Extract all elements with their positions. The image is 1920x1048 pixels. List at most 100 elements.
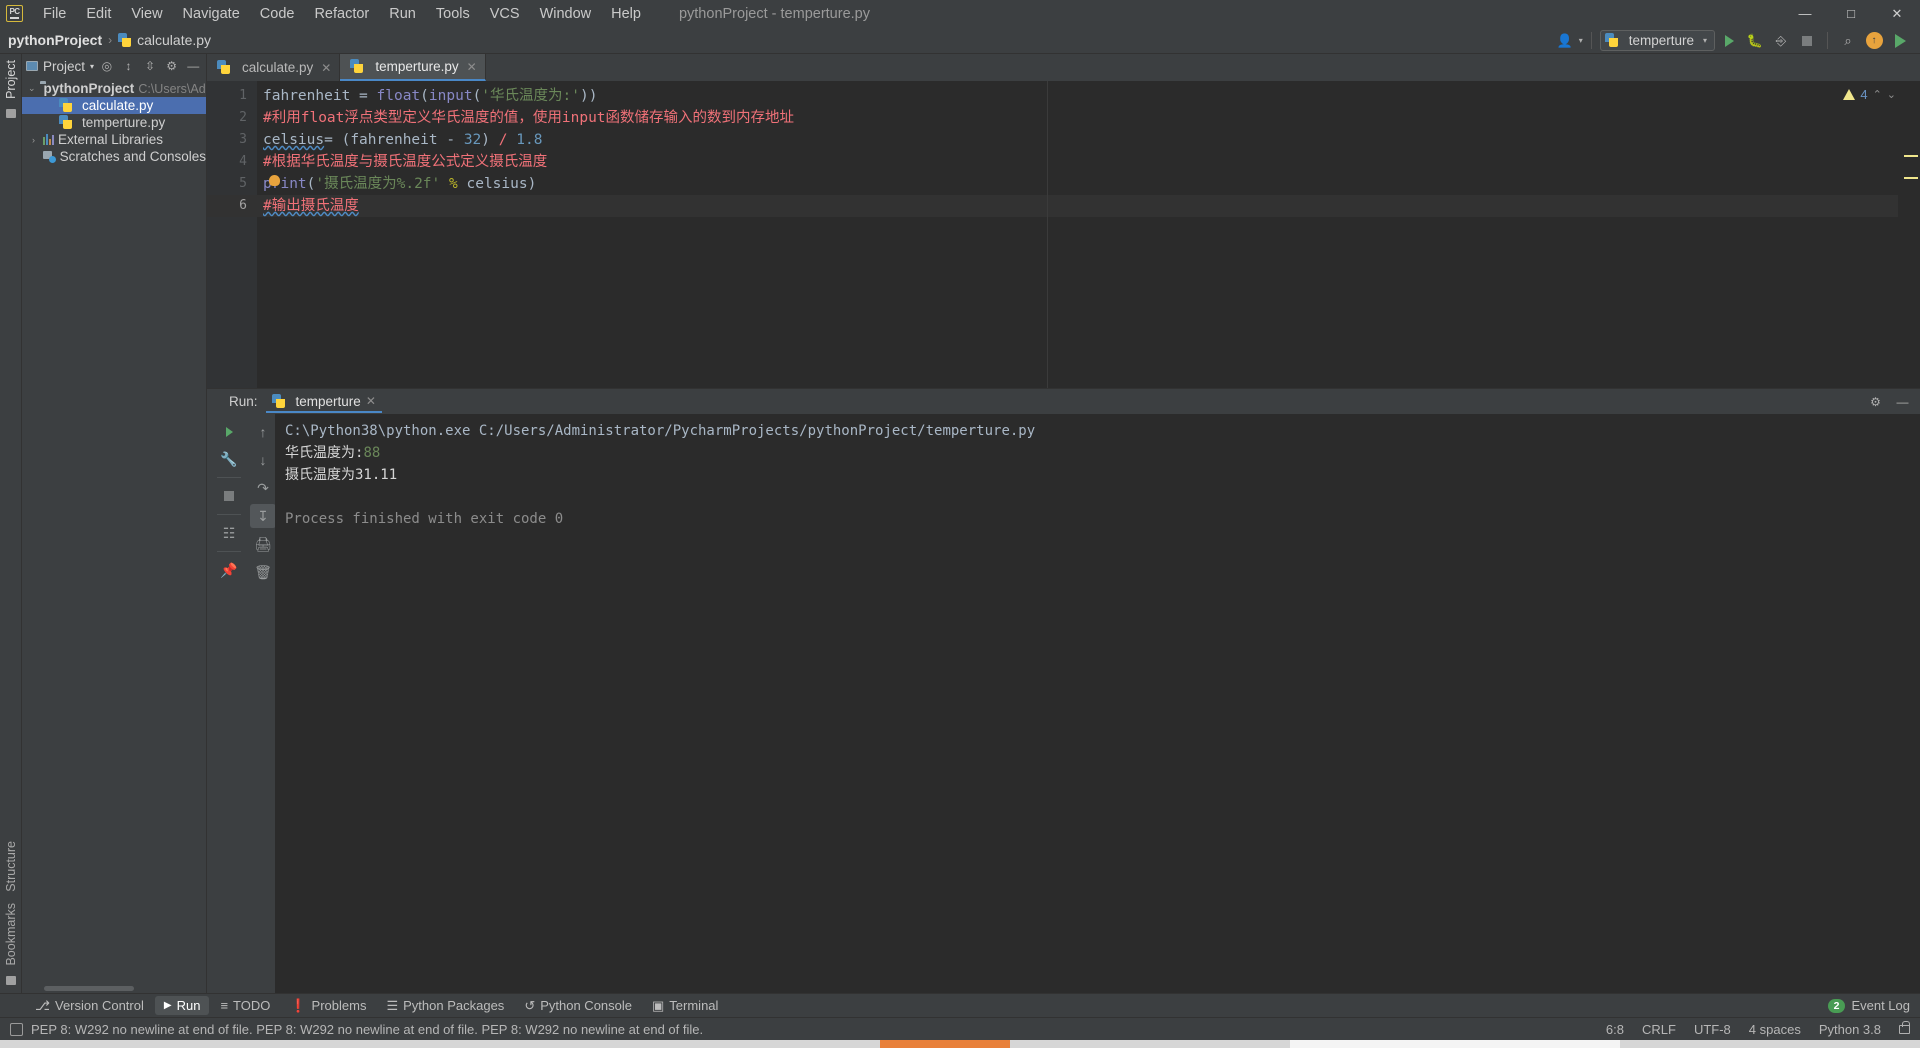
navigation-bar: pythonProject › calculate.py 👤 ▾ tempert…	[0, 27, 1920, 54]
down-the-stack-icon[interactable]: ↓	[250, 448, 276, 472]
next-problem-icon[interactable]: ⌄	[1887, 88, 1896, 101]
editor-tab-calculate-py[interactable]: calculate.py ✕	[207, 54, 341, 81]
tool-window-version-control[interactable]: ⎇ Version Control	[26, 996, 153, 1016]
lock-icon[interactable]	[1899, 1020, 1910, 1034]
caret-position[interactable]: 6:8	[1606, 1022, 1624, 1037]
project-settings-gear-icon[interactable]: ⚙	[163, 57, 181, 76]
tree-item-calculate-py[interactable]: calculate.py	[22, 97, 206, 114]
expand-all-icon[interactable]: ↕	[120, 57, 138, 76]
menu-item-edit[interactable]: Edit	[76, 4, 121, 24]
tool-window-problems[interactable]: ❗ Problems	[281, 996, 375, 1016]
user-accounts-icon[interactable]: 👤	[1553, 30, 1577, 52]
edit-configuration-icon[interactable]: 🔧	[216, 447, 242, 471]
breadcrumb-file[interactable]: calculate.py	[137, 32, 211, 48]
run-button[interactable]	[1717, 30, 1741, 52]
tool-window-python-console[interactable]: ↺ Python Console	[515, 996, 641, 1016]
editor-tab-temperture-py[interactable]: temperture.py ✕	[340, 54, 486, 81]
clear-all-icon[interactable]: 🗑	[250, 560, 276, 584]
code-content[interactable]: fahrenheit = float(input('华氏温度为:')) #利用f…	[257, 81, 1898, 388]
file-encoding[interactable]: UTF-8	[1694, 1022, 1731, 1037]
breadcrumb-project[interactable]: pythonProject	[8, 32, 102, 48]
taskbar-active-item[interactable]	[880, 1040, 1010, 1048]
menu-item-help[interactable]: Help	[601, 4, 651, 24]
taskbar-item[interactable]	[1290, 1040, 1620, 1048]
tool-window-python-packages[interactable]: ☰ Python Packages	[377, 996, 513, 1016]
project-horizontal-scrollbar[interactable]	[22, 984, 206, 993]
prev-problem-icon[interactable]: ⌃	[1873, 88, 1882, 101]
python-file-icon	[118, 32, 132, 48]
project-scope-caret-icon: ▾	[90, 61, 95, 71]
stop-process-button[interactable]	[216, 484, 242, 508]
tool-window-run[interactable]: ▶ Run	[154, 996, 210, 1015]
minimize-button[interactable]: —	[1782, 0, 1828, 27]
indent-setting[interactable]: 4 spaces	[1749, 1022, 1801, 1037]
intention-bulb-icon[interactable]	[269, 175, 280, 186]
maximize-button[interactable]: □	[1828, 0, 1874, 27]
accounts-caret-icon[interactable]: ▾	[1579, 36, 1583, 45]
menu-item-window[interactable]: Window	[530, 4, 602, 24]
run-configuration-selector[interactable]: temperture ▾	[1599, 30, 1715, 51]
hide-run-window-icon[interactable]: —	[1893, 392, 1912, 411]
menu-item-navigate[interactable]: Navigate	[173, 4, 250, 24]
strip-bookmarks-label[interactable]: Bookmarks	[4, 897, 18, 972]
chevron-down-icon[interactable]: ⌄	[28, 83, 36, 94]
stop-button[interactable]	[1795, 30, 1819, 52]
strip-structure-label[interactable]: Structure	[4, 835, 18, 898]
hide-project-panel-icon[interactable]: —	[184, 57, 202, 76]
up-the-stack-icon[interactable]: ↑	[250, 420, 276, 444]
tree-item-pythonproject[interactable]: ⌄ pythonProject C:\Users\Admini	[22, 80, 206, 97]
menu-item-refactor[interactable]: Refactor	[304, 4, 379, 24]
project-panel-title-group[interactable]: Project ▾	[26, 59, 94, 74]
search-icon[interactable]: ⌕	[1836, 30, 1860, 52]
strip-project-label[interactable]: Project	[4, 54, 18, 105]
status-bar: PEP 8: W292 no newline at end of file. P…	[0, 1017, 1920, 1040]
strip-folder-icon[interactable]	[5, 108, 16, 118]
python-interpreter[interactable]: Python 3.8	[1819, 1022, 1881, 1037]
editor-gutter[interactable]: 1 2 3 4 5 6	[207, 81, 257, 388]
run-settings-gear-icon[interactable]: ⚙	[1866, 392, 1885, 411]
inspection-widget[interactable]: 4 ⌃ ⌄	[1843, 87, 1896, 102]
chevron-right-icon[interactable]: ›	[28, 135, 39, 145]
menu-item-run[interactable]: Run	[379, 4, 426, 24]
tree-item-temperture-py[interactable]: temperture.py	[22, 114, 206, 131]
pin-tab-icon[interactable]: 📌	[216, 558, 242, 582]
menu-item-vcs[interactable]: VCS	[480, 4, 530, 24]
run-with-coverage-button[interactable]: ⎆	[1769, 30, 1793, 52]
run-tab-close-icon[interactable]: ✕	[366, 394, 376, 408]
tool-window-todo[interactable]: ≡ TODO	[211, 996, 279, 1015]
rerun-button[interactable]	[216, 420, 242, 444]
line-separator[interactable]: CRLF	[1642, 1022, 1676, 1037]
update-project-icon[interactable]: ↑	[1862, 30, 1886, 52]
close-button[interactable]: ✕	[1874, 0, 1920, 27]
menu-item-file[interactable]: File	[33, 4, 76, 24]
tab-close-icon-calculate[interactable]: ✕	[321, 61, 331, 75]
tree-item-external-libraries[interactable]: › External Libraries	[22, 131, 206, 148]
scrollbar-thumb[interactable]	[44, 986, 134, 991]
tree-item-scratches-consoles[interactable]: Scratches and Consoles	[22, 148, 206, 165]
collapse-all-icon[interactable]: ⇳	[141, 57, 159, 76]
code-l1-float: float	[376, 88, 421, 104]
status-message: PEP 8: W292 no newline at end of file. P…	[31, 1021, 704, 1037]
strip-bookmark-icon[interactable]	[5, 976, 16, 985]
menu-item-view[interactable]: View	[121, 4, 172, 24]
menu-item-code[interactable]: Code	[250, 4, 305, 24]
tool-window-label-problems: Problems	[311, 998, 367, 1013]
run-config-python-icon	[1604, 33, 1619, 48]
scroll-from-source-icon[interactable]: ◎	[98, 57, 116, 76]
console-output[interactable]: C:\Python38\python.exe C:/Users/Administ…	[275, 414, 1920, 993]
code-l1-p1: (	[420, 88, 429, 104]
editor-right-gutter[interactable]	[1898, 81, 1920, 388]
tab-close-icon-temperture[interactable]: ✕	[467, 60, 477, 74]
soft-wrap-icon[interactable]: ↷	[250, 476, 276, 500]
menu-item-tools[interactable]: Tools	[426, 4, 480, 24]
scroll-to-end-icon[interactable]: ↧	[250, 504, 276, 528]
run-anything-icon[interactable]	[1888, 30, 1912, 52]
debug-button[interactable]: 🐛	[1743, 30, 1767, 52]
event-log-widget[interactable]: 2 Event Log	[1827, 998, 1910, 1013]
print-icon[interactable]: 🖨	[250, 532, 276, 556]
run-tab-temperture[interactable]: temperture ✕	[265, 391, 382, 413]
tool-window-terminal[interactable]: ▣ Terminal	[643, 996, 727, 1016]
tool-window-label-python-packages: Python Packages	[403, 998, 505, 1013]
layout-settings-icon[interactable]: ☷	[216, 521, 242, 545]
